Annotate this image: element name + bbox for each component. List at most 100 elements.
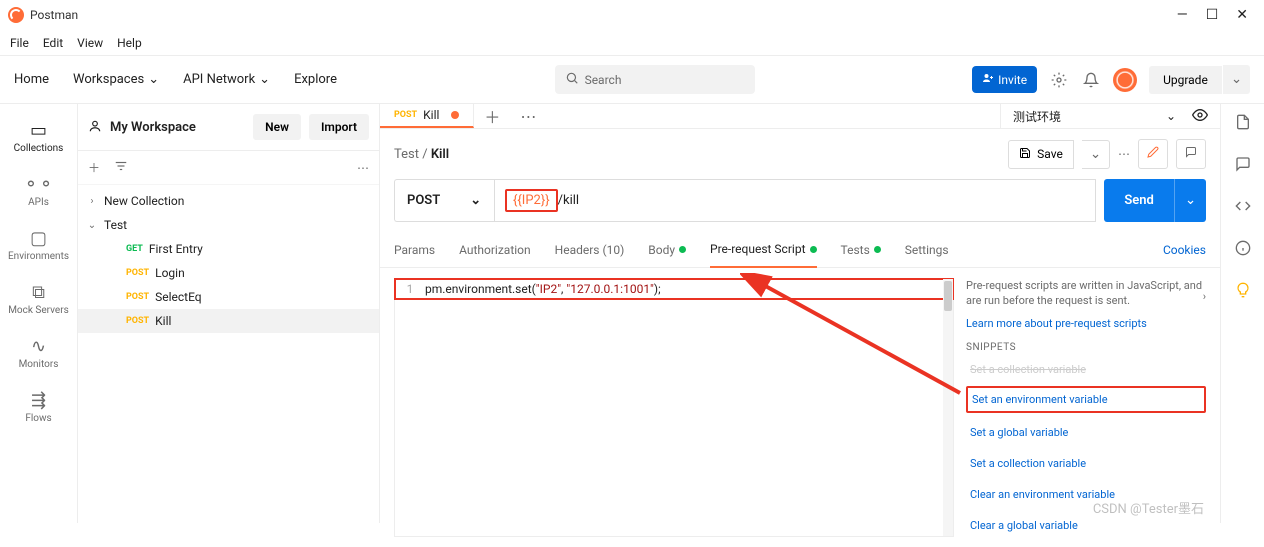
import-button[interactable]: Import: [309, 114, 369, 140]
right-rail: [1220, 104, 1264, 523]
menu-help[interactable]: Help: [117, 36, 142, 50]
tab-headers[interactable]: Headers (10): [555, 233, 625, 267]
menu-file[interactable]: File: [10, 36, 29, 50]
method-badge: POST: [126, 316, 149, 326]
learn-more-link[interactable]: Learn more about pre-request scripts: [966, 317, 1206, 330]
cookies-link[interactable]: Cookies: [1163, 233, 1206, 267]
sidebar: My Workspace New Import ＋ ⋯ › New Collec…: [78, 104, 380, 523]
menu-edit[interactable]: Edit: [43, 36, 63, 50]
request-selecteq[interactable]: POST SelectEq: [78, 285, 379, 309]
method-badge: POST: [394, 110, 417, 120]
new-button[interactable]: New: [253, 114, 301, 140]
mock-icon: ⧉: [0, 282, 77, 303]
request-first-entry[interactable]: GET First Entry: [78, 237, 379, 261]
menu-view[interactable]: View: [77, 36, 103, 50]
watermark: CSDN @Tester墨石: [1093, 498, 1204, 517]
snippet-set-collection-var[interactable]: Set a collection variable: [966, 452, 1206, 475]
active-dot-icon: [679, 246, 686, 253]
invite-button[interactable]: Invite: [972, 66, 1037, 93]
collections-icon: ▭: [0, 120, 77, 141]
tab-title: Kill: [423, 108, 439, 122]
window-close-button[interactable]: ✕: [1236, 7, 1248, 23]
scrollbar[interactable]: [943, 279, 953, 536]
url-input[interactable]: {{IP2}}/kill: [494, 179, 1096, 222]
avatar[interactable]: [1113, 68, 1137, 92]
lightbulb-icon[interactable]: [1235, 282, 1251, 302]
new-tab-button[interactable]: ＋: [474, 104, 510, 128]
rail-collections[interactable]: ▭ Collections: [0, 110, 77, 164]
tab-body[interactable]: Body: [648, 233, 686, 267]
collection-new-collection[interactable]: › New Collection: [78, 189, 379, 213]
nav-api-network[interactable]: API Network ⌄: [183, 72, 270, 87]
request-kill[interactable]: POST Kill: [78, 309, 379, 333]
notifications-icon[interactable]: [1081, 70, 1101, 90]
tab-tests[interactable]: Tests: [841, 233, 881, 267]
upgrade-button[interactable]: Upgrade: [1149, 66, 1222, 94]
app-title: Postman: [30, 8, 78, 22]
tab-settings[interactable]: Settings: [905, 233, 949, 267]
save-icon: [1019, 147, 1031, 162]
rail-flows[interactable]: ⇶ Flows: [0, 380, 77, 434]
rail-apis[interactable]: ⚬⚬ APIs: [0, 164, 77, 218]
window-minimize-button[interactable]: —: [1177, 7, 1188, 23]
send-button[interactable]: Send: [1104, 179, 1174, 222]
search-input[interactable]: Search: [555, 65, 755, 94]
snippet-set-global-var[interactable]: Set a global variable: [966, 421, 1206, 444]
save-button[interactable]: Save: [1008, 140, 1074, 169]
snippet-clear-global-var[interactable]: Clear a global variable: [966, 514, 1206, 537]
settings-icon[interactable]: [1049, 70, 1069, 90]
tab-params[interactable]: Params: [394, 233, 435, 267]
tabstrip: POST Kill ＋ ⋯ 测试环境 ⌄: [380, 104, 1220, 129]
send-dropdown[interactable]: ⌄: [1174, 179, 1206, 222]
main: POST Kill ＋ ⋯ 测试环境 ⌄ Test / Kill: [380, 104, 1220, 523]
tab-overflow-button[interactable]: ⋯: [510, 104, 546, 128]
filter-icon[interactable]: [114, 159, 128, 176]
tab-authorization[interactable]: Authorization: [459, 233, 531, 267]
nav-workspaces[interactable]: Workspaces ⌄: [73, 72, 159, 87]
environment-quicklook-icon[interactable]: [1192, 107, 1208, 126]
tab-pre-request-script[interactable]: Pre-request Script: [710, 232, 816, 268]
info-icon[interactable]: [1235, 240, 1251, 260]
nav-explore[interactable]: Explore: [294, 72, 337, 87]
method-badge: POST: [126, 292, 149, 302]
apis-icon: ⚬⚬: [0, 174, 77, 195]
collapse-panel-icon[interactable]: ›: [1203, 290, 1206, 303]
comment-icon[interactable]: [1176, 139, 1206, 169]
request-login[interactable]: POST Login: [78, 261, 379, 285]
nav-home[interactable]: Home: [14, 72, 49, 87]
rail-monitors[interactable]: ∿ Monitors: [0, 326, 77, 380]
snippets-description: Pre-request scripts are written in JavaS…: [966, 278, 1206, 309]
edit-icon[interactable]: [1138, 139, 1168, 169]
snippet-set-env-var[interactable]: Set an environment variable: [966, 386, 1206, 413]
unsaved-indicator-icon: [451, 111, 459, 119]
request-tabs: Params Authorization Headers (10) Body P…: [380, 232, 1220, 268]
method-select[interactable]: POST ⌄: [394, 179, 494, 222]
add-icon[interactable]: ＋: [88, 159, 100, 176]
script-editor[interactable]: 1 pm.environment.set("IP2", "127.0.0.1:1…: [394, 278, 954, 537]
url-variable: {{IP2}}: [505, 189, 558, 212]
environment-picker[interactable]: 测试环境 ⌄: [1000, 104, 1220, 128]
chevron-down-icon: ⌄: [86, 220, 98, 231]
snippets-heading: SNIPPETS: [966, 342, 1206, 353]
upgrade-dropdown[interactable]: ⌄: [1223, 65, 1250, 94]
code-line-1: pm.environment.set("IP2", "127.0.0.1:100…: [425, 282, 953, 296]
monitors-icon: ∿: [0, 336, 77, 357]
breadcrumb: Test / Kill: [394, 147, 449, 162]
menubar: File Edit View Help: [0, 30, 1264, 56]
rail-environments[interactable]: ▢ Environments: [0, 218, 77, 272]
search-placeholder: Search: [585, 73, 622, 87]
tab-kill[interactable]: POST Kill: [380, 104, 474, 128]
more-actions-icon[interactable]: ⋯: [1118, 147, 1130, 161]
more-icon[interactable]: ⋯: [357, 161, 369, 175]
snippet-truncated: Set a collection variable: [966, 361, 1206, 378]
collection-test[interactable]: ⌄ Test: [78, 213, 379, 237]
rail-mock-servers[interactable]: ⧉ Mock Servers: [0, 272, 77, 326]
line-number: 1: [395, 282, 425, 296]
window-maximize-button[interactable]: ☐: [1206, 7, 1219, 23]
documentation-icon[interactable]: [1235, 114, 1251, 134]
postman-logo-icon: [8, 7, 24, 23]
save-dropdown[interactable]: ⌄: [1082, 140, 1110, 169]
comments-icon[interactable]: [1235, 156, 1251, 176]
code-icon[interactable]: [1235, 198, 1251, 218]
topnav: Home Workspaces ⌄ API Network ⌄ Explore …: [0, 56, 1264, 104]
